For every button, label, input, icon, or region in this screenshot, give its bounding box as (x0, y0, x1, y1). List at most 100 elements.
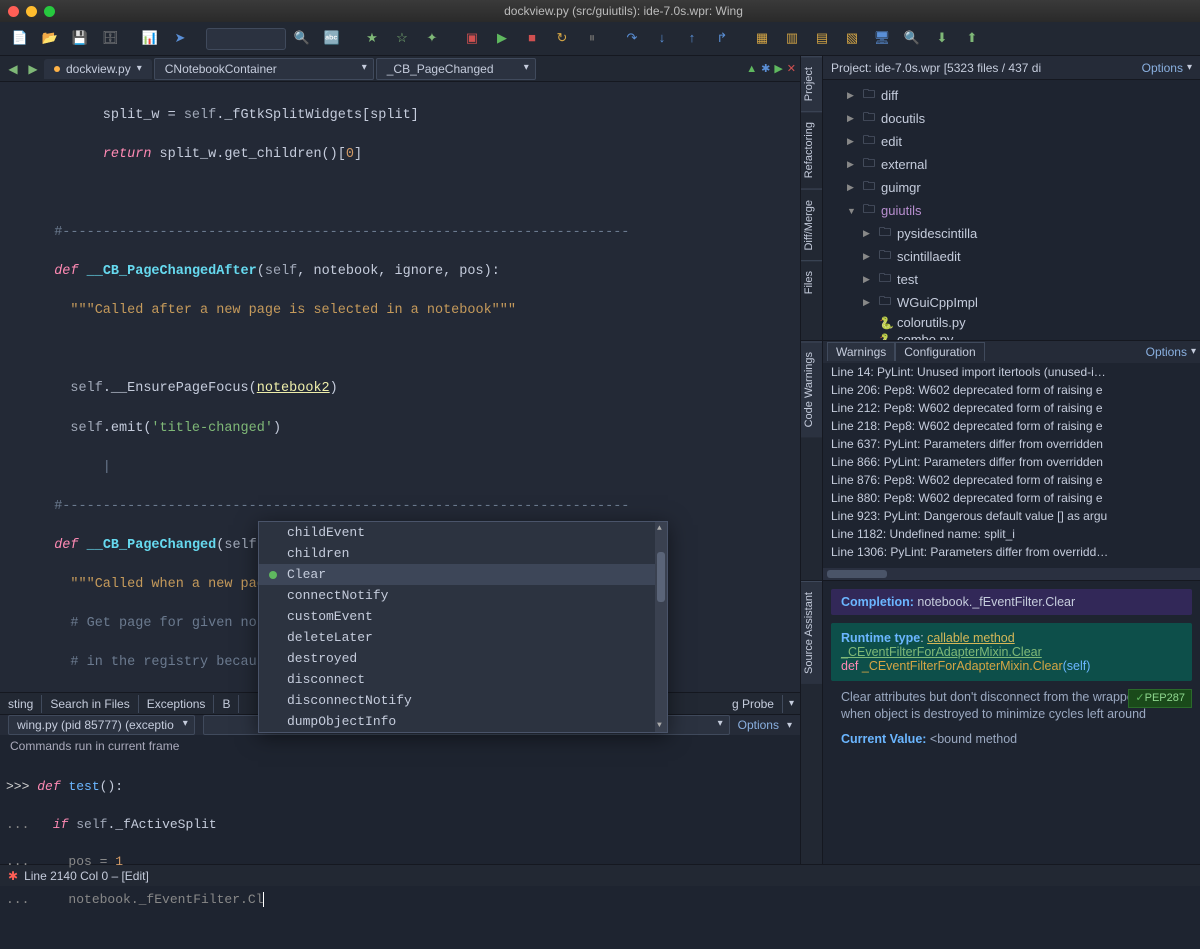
expand-arrow-icon[interactable]: ▶ (863, 251, 875, 262)
vtab-project[interactable]: Project (801, 56, 822, 111)
autocomplete-popup[interactable]: childEventchildrenClearconnectNotifycust… (258, 521, 668, 733)
process-selector[interactable]: wing.py (pid 85777) (exceptio (8, 715, 195, 735)
bookmark-config-icon[interactable]: ✦ (418, 25, 446, 53)
warnings-options[interactable]: Options (1146, 345, 1187, 359)
debug-console[interactable]: >>> def test(): ... if self._fActiveSpli… (0, 757, 800, 949)
vtab-diffmerge[interactable]: Diff/Merge (801, 189, 822, 261)
warning-row[interactable]: Line 866: PyLint: Parameters differ from… (823, 453, 1200, 471)
tree-file[interactable]: 🐍colorutils.py (823, 314, 1200, 331)
step-out-icon[interactable]: ↑ (678, 25, 706, 53)
open-folder-icon[interactable]: 📂 (36, 25, 64, 53)
restart-icon[interactable]: ↻ (548, 25, 576, 53)
status-error-icon[interactable]: ✱ (8, 869, 18, 883)
tree-folder[interactable]: ▶🗀external (823, 153, 1200, 176)
autocomplete-item[interactable]: childEvent (259, 522, 667, 543)
warning-row[interactable]: Line 880: Pep8: W602 deprecated form of … (823, 489, 1200, 507)
tab-menu-icon[interactable]: ▾ (783, 698, 800, 709)
tree-file[interactable]: 🐍combo.py (823, 331, 1200, 340)
tree-folder[interactable]: ▶🗀test (823, 268, 1200, 291)
scrollbar[interactable]: ▲ ▼ (655, 522, 667, 732)
close-tab-icon[interactable]: ✕ (787, 62, 796, 75)
tree-folder[interactable]: ▶🗀edit (823, 130, 1200, 153)
marker2-icon[interactable]: ✱ (761, 62, 770, 75)
stop-debug-icon[interactable]: ▣ (458, 25, 486, 53)
expand-arrow-icon[interactable]: ▶ (847, 113, 859, 124)
options-dropdown-icon[interactable]: ▾ (787, 720, 792, 731)
close-icon[interactable] (8, 6, 19, 17)
warning-row[interactable]: Line 218: Pep8: W602 deprecated form of … (823, 417, 1200, 435)
autocomplete-item[interactable]: disconnect (259, 669, 667, 690)
upload-icon[interactable]: ⬆ (958, 25, 986, 53)
options-dropdown-icon[interactable]: ▾ (1191, 346, 1196, 357)
vtab-files[interactable]: Files (801, 260, 822, 304)
class-selector[interactable]: CNotebookContainer (154, 58, 374, 80)
scrollbar[interactable] (823, 568, 1200, 580)
autocomplete-item[interactable]: disconnectNotify (259, 690, 667, 711)
pep-badge[interactable]: ✓PEP287 (1128, 689, 1192, 708)
search2-icon[interactable]: 🔍 (898, 25, 926, 53)
vtab-refactoring[interactable]: Refactoring (801, 111, 822, 188)
warning-row[interactable]: Line 1182: Undefined name: split_i (823, 525, 1200, 543)
autocomplete-item[interactable]: customEvent (259, 606, 667, 627)
warnings-list[interactable]: Line 14: PyLint: Unused import itertools… (823, 363, 1200, 568)
method-selector[interactable]: _CB_PageChanged (376, 58, 536, 80)
panel3-icon[interactable]: ▤ (808, 25, 836, 53)
minimize-icon[interactable] (26, 6, 37, 17)
expand-arrow-icon[interactable]: ▶ (847, 90, 859, 101)
project-tree[interactable]: ▶🗀diff▶🗀docutils▶🗀edit▶🗀external▶🗀guimgr… (823, 80, 1200, 340)
step-into-icon[interactable]: ↓ (648, 25, 676, 53)
save-icon[interactable]: 💾 (66, 25, 94, 53)
search-icon[interactable]: 🔍 (288, 25, 316, 53)
bookmark-next-icon[interactable]: ☆ (388, 25, 416, 53)
expand-arrow-icon[interactable]: ▶ (863, 297, 875, 308)
find-replace-icon[interactable]: 🔤 (318, 25, 346, 53)
search-input[interactable] (206, 28, 286, 50)
tree-folder[interactable]: ▶🗀scintillaedit (823, 245, 1200, 268)
file-tab[interactable]: dockview.py ▾ (44, 59, 152, 79)
step-return-icon[interactable]: ↱ (708, 25, 736, 53)
warning-row[interactable]: Line 1306: PyLint: Parameters differ fro… (823, 543, 1200, 561)
expand-arrow-icon[interactable]: ▶ (847, 136, 859, 147)
bookmark-add-icon[interactable]: ★ (358, 25, 386, 53)
marker3-icon[interactable]: ▶ (774, 62, 782, 75)
vtab-code-warnings[interactable]: Code Warnings (801, 341, 822, 437)
config-tab[interactable]: Configuration (895, 342, 984, 361)
vtab-source-assistant[interactable]: Source Assistant (801, 581, 822, 684)
nav-back-icon[interactable]: ◀ (4, 59, 22, 79)
warnings-tab[interactable]: Warnings (827, 342, 895, 361)
monitor-icon[interactable]: 🖥 (868, 25, 896, 53)
cursor-icon[interactable]: ➤ (166, 25, 194, 53)
tree-folder[interactable]: ▼🗀guiutils (823, 199, 1200, 222)
step-over-icon[interactable]: ↷ (618, 25, 646, 53)
bottom-tab[interactable]: Search in Files (42, 695, 138, 713)
autocomplete-item[interactable]: dumpObjectInfo (259, 711, 667, 732)
expand-arrow-icon[interactable]: ▶ (863, 228, 875, 239)
warning-row[interactable]: Line 637: PyLint: Parameters differ from… (823, 435, 1200, 453)
panel4-icon[interactable]: ▧ (838, 25, 866, 53)
tree-folder[interactable]: ▶🗀guimgr (823, 176, 1200, 199)
bottom-tab[interactable]: sting (0, 695, 42, 713)
autocomplete-item[interactable]: connectNotify (259, 585, 667, 606)
new-file-icon[interactable]: 📄 (6, 25, 34, 53)
bottom-tab[interactable]: g Probe (724, 695, 783, 713)
nav-fwd-icon[interactable]: ▶ (24, 59, 42, 79)
autocomplete-item[interactable]: destroyed (259, 648, 667, 669)
options-dropdown-icon[interactable]: ▾ (1187, 62, 1192, 73)
panel2-icon[interactable]: ▥ (778, 25, 806, 53)
warning-row[interactable]: Line 14: PyLint: Unused import itertools… (823, 363, 1200, 381)
tab-dropdown-icon[interactable]: ▾ (137, 63, 142, 74)
warning-row[interactable]: Line 923: PyLint: Dangerous default valu… (823, 507, 1200, 525)
bottom-tab[interactable]: B (214, 695, 239, 713)
save-all-icon[interactable]: 🗄 (96, 25, 124, 53)
stop-icon[interactable]: ■ (518, 25, 546, 53)
class-link[interactable]: _CEventFilterForAdapterMixin.Clear (841, 645, 1042, 659)
warning-row[interactable]: Line 206: Pep8: W602 deprecated form of … (823, 381, 1200, 399)
pause-icon[interactable]: ⏸ (578, 25, 606, 53)
panel1-icon[interactable]: ▦ (748, 25, 776, 53)
warning-row[interactable]: Line 876: Pep8: W602 deprecated form of … (823, 471, 1200, 489)
runtime-type-link[interactable]: callable method (927, 631, 1015, 645)
download-icon[interactable]: ⬇ (928, 25, 956, 53)
bottom-tab[interactable]: Exceptions (139, 695, 215, 713)
tree-folder[interactable]: ▶🗀pysidescintilla (823, 222, 1200, 245)
autocomplete-item[interactable]: children (259, 543, 667, 564)
